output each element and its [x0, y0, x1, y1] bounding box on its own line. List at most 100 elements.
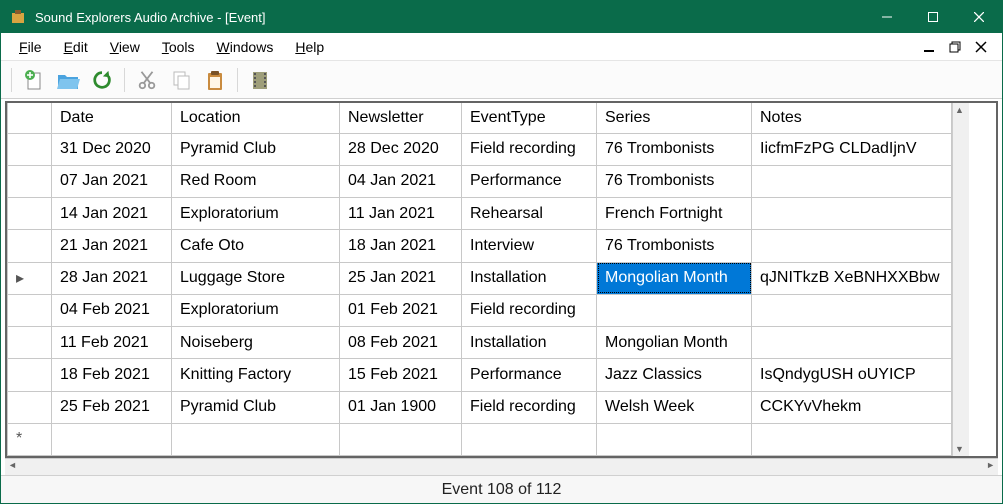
cell-date[interactable]: [52, 423, 172, 455]
maximize-button[interactable]: [910, 1, 956, 33]
cell-eventtype[interactable]: Rehearsal: [462, 198, 597, 230]
refresh-icon[interactable]: [88, 66, 116, 94]
row-header[interactable]: [8, 359, 52, 391]
row-header[interactable]: [8, 230, 52, 262]
cell-location[interactable]: Knitting Factory: [172, 359, 340, 391]
cell-date[interactable]: 11 Feb 2021: [52, 327, 172, 359]
cell-date[interactable]: 18 Feb 2021: [52, 359, 172, 391]
new-document-icon[interactable]: [20, 66, 48, 94]
col-header-newsletter[interactable]: Newsletter: [340, 103, 462, 133]
cell-eventtype[interactable]: Installation: [462, 262, 597, 294]
cell-location[interactable]: [172, 423, 340, 455]
cut-icon[interactable]: [133, 66, 161, 94]
cell-newsletter[interactable]: 25 Jan 2021: [340, 262, 462, 294]
event-table[interactable]: Date Location Newsletter EventType Serie…: [7, 103, 952, 456]
cell-newsletter[interactable]: [340, 423, 462, 455]
cell-eventtype[interactable]: Performance: [462, 359, 597, 391]
cell-location[interactable]: Exploratorium: [172, 294, 340, 326]
row-header[interactable]: [8, 294, 52, 326]
cell-eventtype[interactable]: Installation: [462, 327, 597, 359]
cell-notes[interactable]: IsQndygUSH oUYICP: [752, 359, 952, 391]
cell-location[interactable]: Noiseberg: [172, 327, 340, 359]
cell-eventtype[interactable]: Interview: [462, 230, 597, 262]
cell-location[interactable]: Luggage Store: [172, 262, 340, 294]
cell-date[interactable]: 25 Feb 2021: [52, 391, 172, 423]
cell-newsletter[interactable]: 18 Jan 2021: [340, 230, 462, 262]
cell-series[interactable]: French Fortnight: [597, 198, 752, 230]
cell-notes[interactable]: [752, 327, 952, 359]
cell-notes[interactable]: [752, 165, 952, 197]
cell-notes[interactable]: [752, 294, 952, 326]
cell-series[interactable]: 76 Trombonists: [597, 165, 752, 197]
cell-eventtype[interactable]: Performance: [462, 165, 597, 197]
row-header[interactable]: [8, 165, 52, 197]
cell-series[interactable]: [597, 294, 752, 326]
cell-notes[interactable]: IicfmFzPG CLDadIjnV: [752, 133, 952, 165]
cell-series[interactable]: [597, 423, 752, 455]
horizontal-scrollbar[interactable]: [5, 458, 998, 475]
menu-tools[interactable]: Tools: [152, 37, 207, 57]
cell-newsletter[interactable]: 04 Jan 2021: [340, 165, 462, 197]
mdi-restore-icon[interactable]: [946, 38, 964, 56]
cell-location[interactable]: Cafe Oto: [172, 230, 340, 262]
cell-notes[interactable]: CCKYvVhekm: [752, 391, 952, 423]
minimize-button[interactable]: [864, 1, 910, 33]
cell-location[interactable]: Exploratorium: [172, 198, 340, 230]
cell-series[interactable]: 76 Trombonists: [597, 133, 752, 165]
cell-location[interactable]: Pyramid Club: [172, 391, 340, 423]
row-header-corner[interactable]: [8, 103, 52, 133]
table-row[interactable]: 18 Feb 2021Knitting Factory15 Feb 2021Pe…: [8, 359, 952, 391]
close-button[interactable]: [956, 1, 1002, 33]
menu-file[interactable]: File: [9, 37, 54, 57]
new-row[interactable]: *: [8, 423, 952, 455]
cell-series[interactable]: Welsh Week: [597, 391, 752, 423]
cell-notes[interactable]: [752, 423, 952, 455]
open-folder-icon[interactable]: [54, 66, 82, 94]
paste-icon[interactable]: [201, 66, 229, 94]
cell-newsletter[interactable]: 28 Dec 2020: [340, 133, 462, 165]
table-row[interactable]: 11 Feb 2021Noiseberg08 Feb 2021Installat…: [8, 327, 952, 359]
cell-newsletter[interactable]: 15 Feb 2021: [340, 359, 462, 391]
cell-newsletter[interactable]: 01 Jan 1900: [340, 391, 462, 423]
cell-newsletter[interactable]: 01 Feb 2021: [340, 294, 462, 326]
table-row[interactable]: ▸28 Jan 2021Luggage Store25 Jan 2021Inst…: [8, 262, 952, 294]
menu-view[interactable]: View: [100, 37, 152, 57]
cell-date[interactable]: 04 Feb 2021: [52, 294, 172, 326]
copy-icon[interactable]: [167, 66, 195, 94]
vertical-scrollbar[interactable]: [952, 103, 969, 456]
cell-date[interactable]: 07 Jan 2021: [52, 165, 172, 197]
cell-notes[interactable]: [752, 230, 952, 262]
row-header[interactable]: [8, 391, 52, 423]
cell-series[interactable]: Mongolian Month: [597, 262, 752, 294]
row-header[interactable]: ▸: [8, 262, 52, 294]
cell-newsletter[interactable]: 08 Feb 2021: [340, 327, 462, 359]
row-header[interactable]: [8, 198, 52, 230]
col-header-eventtype[interactable]: EventType: [462, 103, 597, 133]
row-header-new[interactable]: *: [8, 423, 52, 455]
cell-series[interactable]: 76 Trombonists: [597, 230, 752, 262]
cell-date[interactable]: 28 Jan 2021: [52, 262, 172, 294]
menu-edit[interactable]: Edit: [54, 37, 100, 57]
table-row[interactable]: 04 Feb 2021Exploratorium01 Feb 2021Field…: [8, 294, 952, 326]
col-header-notes[interactable]: Notes: [752, 103, 952, 133]
cell-eventtype[interactable]: Field recording: [462, 294, 597, 326]
data-grid[interactable]: Date Location Newsletter EventType Serie…: [5, 101, 998, 458]
table-row[interactable]: 21 Jan 2021Cafe Oto18 Jan 2021Interview7…: [8, 230, 952, 262]
cell-series[interactable]: Mongolian Month: [597, 327, 752, 359]
col-header-series[interactable]: Series: [597, 103, 752, 133]
col-header-date[interactable]: Date: [52, 103, 172, 133]
cell-date[interactable]: 14 Jan 2021: [52, 198, 172, 230]
table-row[interactable]: 14 Jan 2021Exploratorium11 Jan 2021Rehea…: [8, 198, 952, 230]
cell-eventtype[interactable]: Field recording: [462, 391, 597, 423]
table-row[interactable]: 07 Jan 2021Red Room04 Jan 2021Performanc…: [8, 165, 952, 197]
film-icon[interactable]: [246, 66, 274, 94]
cell-eventtype[interactable]: [462, 423, 597, 455]
menu-windows[interactable]: Windows: [207, 37, 286, 57]
cell-location[interactable]: Pyramid Club: [172, 133, 340, 165]
table-row[interactable]: 25 Feb 2021Pyramid Club01 Jan 1900Field …: [8, 391, 952, 423]
table-row[interactable]: 31 Dec 2020Pyramid Club28 Dec 2020Field …: [8, 133, 952, 165]
mdi-close-icon[interactable]: [972, 38, 990, 56]
menu-help[interactable]: Help: [285, 37, 336, 57]
cell-series[interactable]: Jazz Classics: [597, 359, 752, 391]
mdi-minimize-icon[interactable]: [920, 38, 938, 56]
